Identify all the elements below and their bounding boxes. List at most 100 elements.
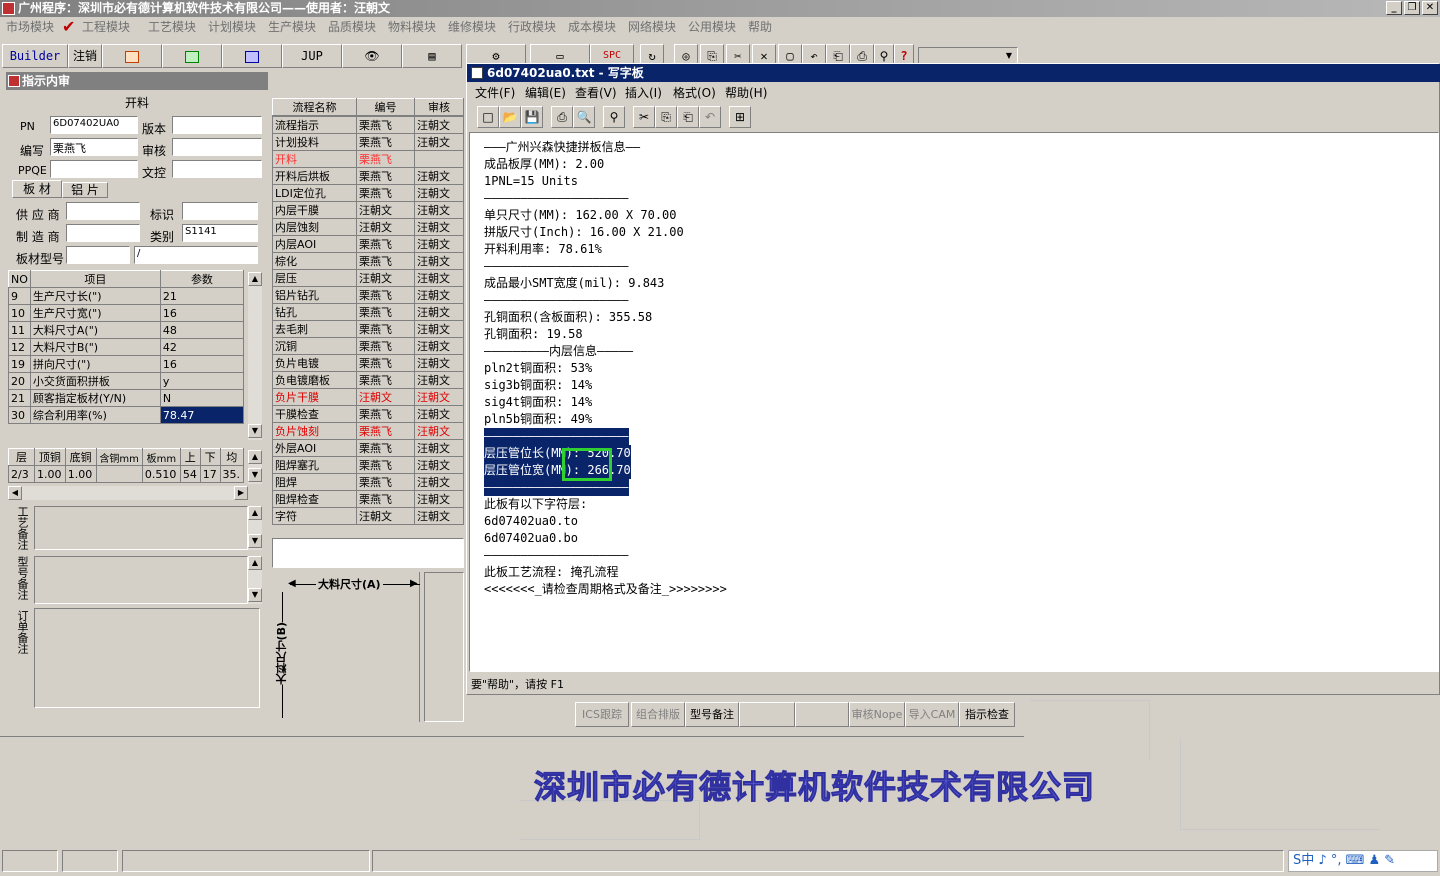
params-scrollbar[interactable]: ▲ ▼ — [248, 272, 262, 440]
layer-hscrollbar[interactable]: ◀ ▶ — [8, 486, 248, 500]
excel-icon[interactable] — [162, 44, 222, 68]
flow-row[interactable]: 内层AOI 栗燕飞 汪朝文 — [272, 235, 464, 253]
menu-production[interactable]: 生产模块 — [268, 17, 316, 37]
jup-button[interactable]: JUP — [282, 44, 342, 68]
maker-field[interactable] — [66, 224, 140, 242]
flow-row[interactable]: 负电镀磨板 栗燕飞 汪朝文 — [272, 371, 464, 389]
tab-aluminum-sheet[interactable]: 铝 片 — [62, 182, 108, 198]
remark-scrollbar[interactable]: ▲ ▼ — [248, 506, 262, 550]
instruction-check-button[interactable]: 指示检查 — [959, 702, 1015, 727]
process-remark-field[interactable] — [34, 506, 248, 550]
flow-row[interactable]: 铝片钻孔 栗燕飞 汪朝文 — [272, 286, 464, 304]
category-field[interactable]: S1141 — [182, 224, 258, 242]
scroll-down-icon[interactable]: ▼ — [248, 468, 262, 482]
blank-button-1[interactable] — [739, 702, 795, 727]
param-value[interactable]: 48 — [159, 321, 245, 339]
scroll-left-icon[interactable]: ◀ — [8, 486, 22, 500]
flow-row[interactable]: 开料后烘板 栗燕飞 汪朝文 — [272, 167, 464, 185]
table-row[interactable]: 19 拼向尺寸(") 16 — [8, 355, 245, 373]
flow-row[interactable]: 负片电镀 栗燕飞 汪朝文 — [272, 354, 464, 372]
new-icon[interactable]: □ — [477, 106, 499, 128]
scroll-right-icon[interactable]: ▶ — [234, 486, 248, 500]
menu-quality[interactable]: 品质模块 — [328, 17, 376, 37]
table-row[interactable]: 11 大料尺寸A(") 48 — [8, 321, 245, 339]
table-row[interactable]: 12 大料尺寸B(") 42 — [8, 338, 245, 356]
pn-field[interactable]: 6D07402UA0 — [50, 116, 138, 134]
flow-detail-field[interactable] — [272, 538, 464, 568]
param-value[interactable]: 21 — [159, 287, 245, 305]
table-row[interactable]: 21 顾客指定板材(Y/N) N — [8, 389, 245, 407]
flow-row[interactable]: 内层干膜 汪朝文 汪朝文 — [272, 201, 464, 219]
powerpoint-icon[interactable] — [102, 44, 162, 68]
flow-row[interactable]: 开料 栗燕飞 — [272, 150, 464, 168]
scroll-down-icon[interactable]: ▼ — [248, 424, 262, 438]
flow-row[interactable]: LDI定位孔 栗燕飞 汪朝文 — [272, 184, 464, 202]
author-field[interactable]: 栗燕飞 — [50, 138, 138, 156]
scroll-down-icon[interactable]: ▼ — [248, 534, 262, 548]
flow-row[interactable]: 棕化 栗燕飞 汪朝文 — [272, 252, 464, 270]
flow-row[interactable]: 外层AOI 栗燕飞 汪朝文 — [272, 439, 464, 457]
import-cam-button[interactable]: 导入CAM — [905, 702, 959, 727]
minimize-button[interactable]: _ — [1386, 1, 1402, 15]
flow-row[interactable]: 阻焊 栗燕飞 汪朝文 — [272, 473, 464, 491]
review-nope-button[interactable]: 审核Nope — [849, 702, 905, 727]
flow-row[interactable]: 去毛刺 栗燕飞 汪朝文 — [272, 320, 464, 338]
eye-icon[interactable]: 👁 — [342, 44, 402, 68]
scroll-up-icon[interactable]: ▲ — [248, 556, 262, 570]
board-model-field-2[interactable]: / — [134, 246, 258, 264]
review-field[interactable] — [172, 138, 262, 156]
menu-material[interactable]: 物料模块 — [388, 17, 436, 37]
builder-button[interactable]: Builder — [2, 44, 68, 68]
insert-object-icon[interactable]: ⊞ — [729, 106, 751, 128]
menu-format[interactable]: 格式(O) — [673, 84, 716, 102]
flow-row[interactable]: 层压 汪朝文 汪朝文 — [272, 269, 464, 287]
open-icon[interactable]: 📂 — [499, 106, 521, 128]
mark-field[interactable] — [182, 202, 258, 220]
menu-market[interactable]: 市场模块 — [6, 17, 54, 37]
ime-tray[interactable]: S中 ♪ °, ⌨ ♟ ✎ — [1288, 850, 1438, 872]
menu-maintenance[interactable]: 维修模块 — [448, 17, 496, 37]
menu-process[interactable]: 工艺模块 — [148, 17, 196, 37]
layer-scrollbar[interactable]: ▲ ▼ — [248, 450, 262, 484]
save-icon[interactable]: 💾 — [521, 106, 543, 128]
logout-button[interactable]: 注销 — [68, 44, 102, 68]
cut-icon[interactable]: ✂ — [633, 106, 655, 128]
menu-network[interactable]: 网络模块 — [628, 17, 676, 37]
menu-edit[interactable]: 编辑(E) — [525, 84, 566, 102]
flow-row[interactable]: 字符 汪朝文 汪朝文 — [272, 507, 464, 525]
copy-icon[interactable]: ⎘ — [655, 106, 677, 128]
table-row[interactable]: 10 生产尺寸宽(") 16 — [8, 304, 245, 322]
flow-row[interactable]: 计划投料 栗燕飞 汪朝文 — [272, 133, 464, 151]
menu-common[interactable]: 公用模块 — [688, 17, 736, 37]
paste-icon[interactable]: ⎗ — [677, 106, 699, 128]
table-row[interactable]: 30 综合利用率(%) 78.47 — [8, 406, 245, 424]
flow-row[interactable]: 钻孔 栗燕飞 汪朝文 — [272, 303, 464, 321]
menu-insert[interactable]: 插入(I) — [625, 84, 662, 102]
flow-row[interactable]: 内层蚀刻 汪朝文 汪朝文 — [272, 218, 464, 236]
remark-scrollbar[interactable]: ▲ ▼ — [248, 556, 262, 604]
ics-track-button[interactable]: ICS跟踪 — [575, 702, 629, 727]
combine-layout-button[interactable]: 组合排版 — [631, 702, 685, 727]
scroll-up-icon[interactable]: ▲ — [248, 506, 262, 520]
table-row[interactable]: 2/3 1.00 1.00 0.510 54 17 35. — [8, 465, 244, 483]
flow-row[interactable]: 沉铜 栗燕飞 汪朝文 — [272, 337, 464, 355]
menu-help[interactable]: 帮助(H) — [725, 84, 767, 102]
flow-row[interactable]: 阻焊塞孔 栗燕飞 汪朝文 — [272, 456, 464, 474]
flow-row[interactable]: 负片蚀刻 栗燕飞 汪朝文 — [272, 422, 464, 440]
scroll-up-icon[interactable]: ▲ — [248, 450, 262, 464]
version-field[interactable] — [172, 116, 262, 134]
find-icon[interactable]: ⚲ — [603, 106, 625, 128]
word-icon[interactable] — [222, 44, 282, 68]
param-value-selected[interactable]: 78.47 — [159, 406, 245, 424]
blank-button-2[interactable] — [795, 702, 849, 727]
param-value[interactable]: 42 — [159, 338, 245, 356]
print-preview-icon[interactable]: 🔍 — [573, 106, 595, 128]
model-remark-field[interactable] — [34, 556, 248, 604]
scroll-up-icon[interactable]: ▲ — [248, 272, 262, 286]
flow-row[interactable]: 干膜检查 栗燕飞 汪朝文 — [272, 405, 464, 423]
flow-row[interactable]: 阻焊检查 栗燕飞 汪朝文 — [272, 490, 464, 508]
param-value[interactable]: y — [159, 372, 245, 390]
document-area[interactable]: ———广州兴森快捷拼板信息—— 成品板厚(MM): 2.00 1PNL=15 Uni… — [469, 132, 1439, 672]
param-value[interactable]: N — [159, 389, 245, 407]
undo-icon[interactable]: ↶ — [699, 106, 721, 128]
